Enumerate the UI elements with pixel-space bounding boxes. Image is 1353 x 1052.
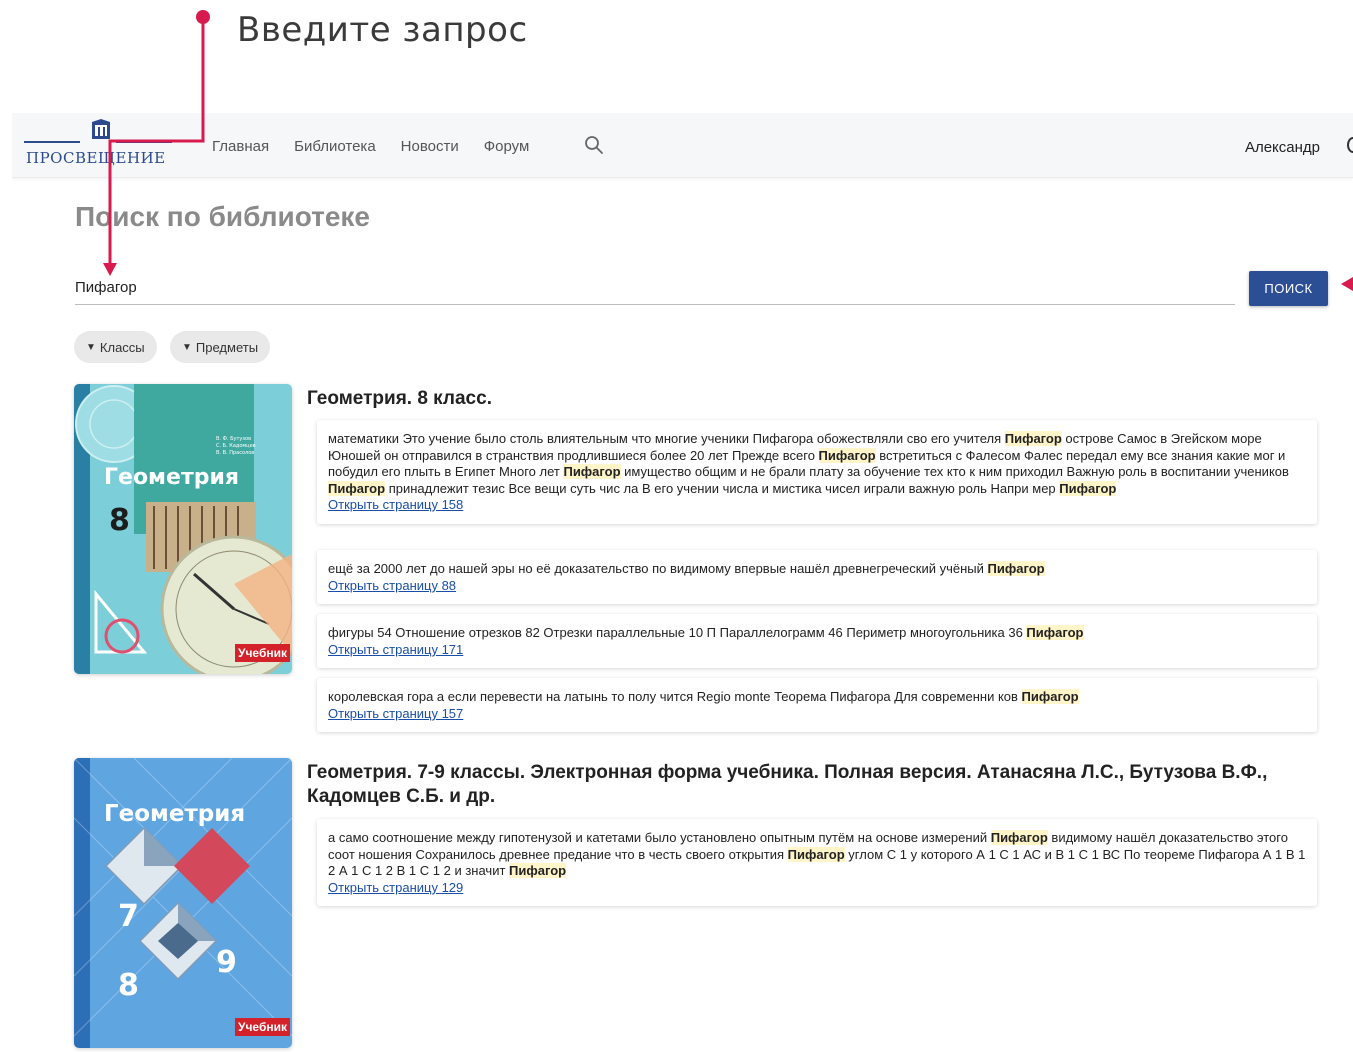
cover-grade-c: 9 bbox=[216, 945, 237, 980]
cover-grade-b: 8 bbox=[118, 968, 139, 1003]
snippet-fragment: имущество общим и не брали плату за обуч… bbox=[620, 464, 1289, 479]
triangle-down-icon: ▼ bbox=[86, 341, 96, 353]
highlighted-term: Пифагор bbox=[509, 863, 567, 878]
filter-chip-label: Предметы bbox=[195, 339, 259, 355]
highlighted-term: Пифагор bbox=[787, 846, 845, 862]
book-cover[interactable]: Геометрия 7 8 9 Учебник bbox=[74, 758, 292, 1048]
result-title[interactable]: Геометрия. 7-9 классы. Электронная форма… bbox=[307, 761, 1307, 809]
svg-text:С. Б. Кадомцев: С. Б. Кадомцев bbox=[216, 443, 256, 449]
annotation-label: Введите запрос bbox=[237, 10, 528, 50]
logo-line-left bbox=[24, 141, 80, 143]
top-navigation-bar: ПРОСВЕЩЕНИЕ Главная Библиотека Новости Ф… bbox=[12, 113, 1353, 178]
filter-chip-grades[interactable]: ▼ Классы bbox=[74, 331, 157, 363]
nav-item-forum[interactable]: Форум bbox=[484, 138, 530, 155]
book-cover-art: Геометрия 8 В. Ф. Бутузов С. Б. Кадомцев… bbox=[74, 384, 292, 674]
logo[interactable]: ПРОСВЕЩЕНИЕ bbox=[24, 119, 172, 171]
search-button[interactable]: поиск bbox=[1249, 271, 1328, 306]
snippet-card: ещё за 2000 лет до нашей эры но её доказ… bbox=[317, 550, 1317, 604]
snippet-fragment: фигуры 54 Отношение отрезков 82 Отрезки … bbox=[328, 625, 1027, 640]
snippet-text: ещё за 2000 лет до нашей эры но её доказ… bbox=[328, 561, 1306, 578]
snippet-fragment: а само соотношение между гипотенузой и к… bbox=[328, 830, 991, 845]
snippet-card: математики Это учение было столь влиятел… bbox=[317, 420, 1317, 524]
book-cover[interactable]: Геометрия 8 В. Ф. Бутузов С. Б. Кадомцев… bbox=[74, 384, 292, 674]
app-window: ПРОСВЕЩЕНИЕ Главная Библиотека Новости Ф… bbox=[12, 113, 1353, 1052]
cover-grade-a: 7 bbox=[118, 899, 139, 934]
filter-chip-label: Классы bbox=[99, 339, 145, 355]
logo-text: ПРОСВЕЩЕНИЕ bbox=[26, 149, 166, 167]
user-menu-icon[interactable] bbox=[1347, 137, 1353, 153]
svg-text:В. В. Прасолов: В. В. Прасолов bbox=[216, 450, 254, 456]
nav-item-news[interactable]: Новости bbox=[401, 138, 459, 155]
page-title: Поиск по библиотеке bbox=[75, 201, 370, 232]
search-icon[interactable] bbox=[584, 135, 604, 155]
highlighted-term: Пифагор bbox=[328, 480, 386, 496]
open-page-link[interactable]: Открыть страницу 129 bbox=[328, 880, 463, 897]
highlighted-term: Пифагор bbox=[1026, 625, 1084, 640]
snippet-card: фигуры 54 Отношение отрезков 82 Отрезки … bbox=[317, 614, 1317, 668]
cover-label: Учебник bbox=[235, 1018, 290, 1036]
highlighted-term: Пифагор bbox=[1021, 689, 1079, 704]
cover-title: Геометрия bbox=[104, 801, 245, 827]
book-cover-art: Геометрия 7 8 9 bbox=[74, 758, 292, 1048]
open-page-link[interactable]: Открыть страницу 88 bbox=[328, 578, 456, 595]
search-input[interactable] bbox=[75, 271, 1235, 305]
highlighted-term: Пифагор bbox=[1059, 480, 1117, 496]
result-title[interactable]: Геометрия. 8 класс. bbox=[307, 387, 1307, 411]
snippet-fragment: математики Это учение было столь влиятел… bbox=[328, 431, 1005, 446]
logo-line-right bbox=[116, 141, 172, 143]
cover-label: Учебник bbox=[235, 644, 290, 662]
nav-item-home[interactable]: Главная bbox=[212, 138, 269, 155]
highlighted-term: Пифагор bbox=[1004, 431, 1062, 446]
open-page-link[interactable]: Открыть страницу 171 bbox=[328, 642, 463, 659]
snippet-text: королевская гора а если перевести на лат… bbox=[328, 689, 1306, 706]
highlighted-term: Пифагор bbox=[990, 830, 1048, 845]
filter-chip-subjects[interactable]: ▼ Предметы bbox=[170, 331, 271, 363]
snippet-text: а само соотношение между гипотенузой и к… bbox=[328, 830, 1306, 880]
highlighted-term: Пифагор bbox=[563, 464, 621, 479]
highlighted-term: Пифагор bbox=[987, 561, 1045, 576]
svg-text:В. Ф. Бутузов: В. Ф. Бутузов bbox=[216, 436, 251, 442]
snippet-fragment: ещё за 2000 лет до нашей эры но её доказ… bbox=[328, 561, 988, 576]
user-name[interactable]: Александр bbox=[1245, 139, 1320, 156]
cover-title: Геометрия bbox=[104, 465, 239, 490]
snippet-fragment: принадлежит тезис Все вещи суть чис ла В… bbox=[385, 480, 1060, 496]
snippet-fragment: королевская гора а если перевести на лат… bbox=[328, 689, 1022, 704]
snippet-card: а само соотношение между гипотенузой и к… bbox=[317, 819, 1317, 906]
cover-grade: 8 bbox=[109, 503, 130, 538]
snippet-text: фигуры 54 Отношение отрезков 82 Отрезки … bbox=[328, 625, 1306, 642]
snippet-text: математики Это учение было столь влиятел… bbox=[328, 431, 1306, 497]
snippet-card: королевская гора а если перевести на лат… bbox=[317, 678, 1317, 732]
open-page-link[interactable]: Открыть страницу 157 bbox=[328, 706, 463, 723]
triangle-down-icon: ▼ bbox=[182, 341, 192, 353]
open-page-link[interactable]: Открыть страницу 158 bbox=[328, 497, 463, 514]
nav-item-library[interactable]: Библиотека bbox=[294, 138, 376, 155]
main-nav: Главная Библиотека Новости Форум bbox=[212, 138, 529, 155]
highlighted-term: Пифагор bbox=[818, 447, 876, 463]
logo-emblem-icon bbox=[92, 119, 110, 139]
